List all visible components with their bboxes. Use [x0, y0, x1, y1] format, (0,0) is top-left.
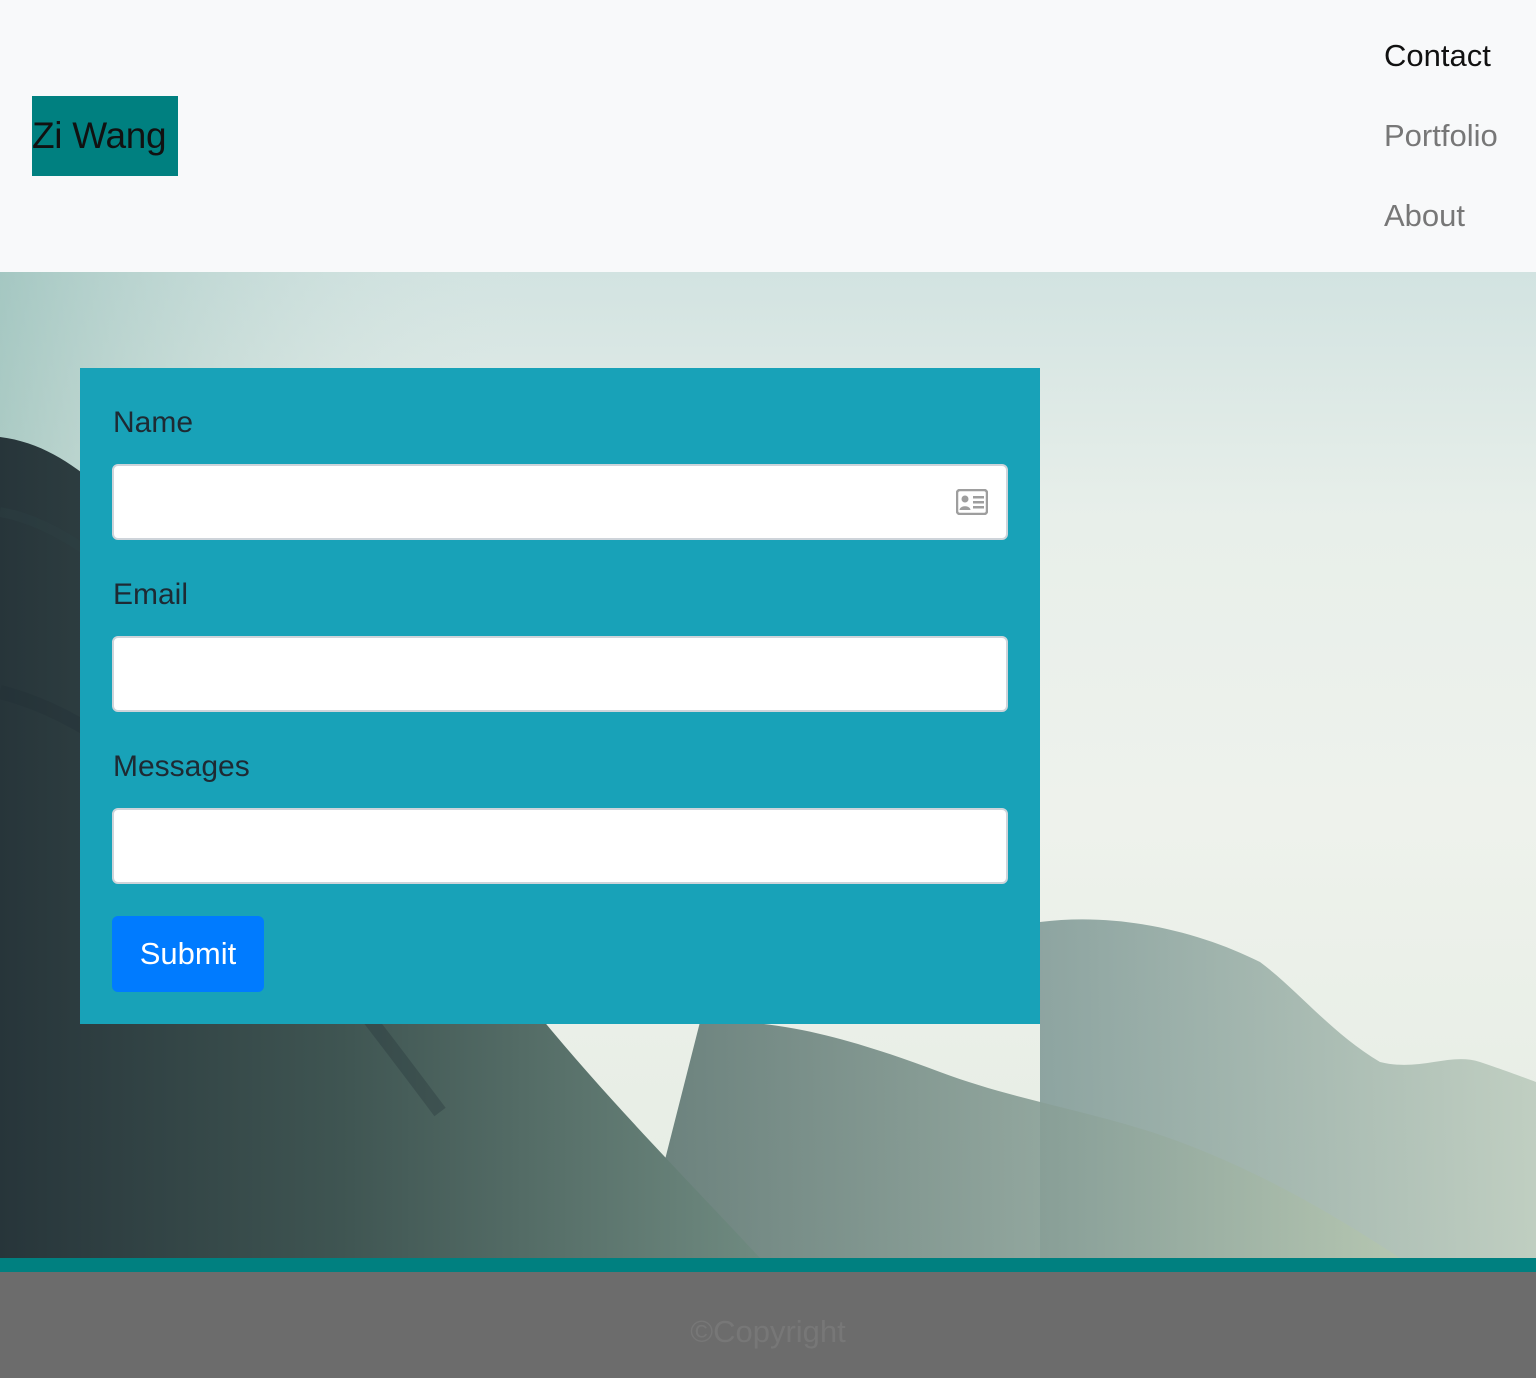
email-label: Email: [113, 578, 189, 611]
footer-accent-bar: [0, 1258, 1536, 1272]
nav-item-about: About: [1384, 176, 1534, 256]
submit-button[interactable]: Submit: [112, 916, 264, 992]
name-label: Name: [113, 406, 194, 439]
name-input[interactable]: [112, 464, 1008, 540]
brand-logo-link[interactable]: Zi Wang: [32, 96, 178, 176]
nav-item-contact: Contact: [1384, 16, 1534, 96]
navbar: Zi Wang Contact Portfolio About: [0, 0, 1536, 272]
messages-label: Messages: [113, 750, 250, 783]
nav-link-portfolio[interactable]: Portfolio: [1384, 96, 1534, 176]
nav-link-contact[interactable]: Contact: [1384, 16, 1534, 96]
copyright-text: ©Copyright: [690, 1314, 846, 1349]
footer: ©Copyright: [0, 1272, 1536, 1378]
nav-menu: Contact Portfolio About: [1384, 16, 1534, 256]
nav-link-about[interactable]: About: [1384, 176, 1534, 256]
messages-input[interactable]: [112, 808, 1008, 884]
nav-item-portfolio: Portfolio: [1384, 96, 1534, 176]
contact-card-icon: [956, 489, 988, 515]
contact-form: Name Email Messages Submit: [80, 368, 1040, 1024]
email-input[interactable]: [112, 636, 1008, 712]
